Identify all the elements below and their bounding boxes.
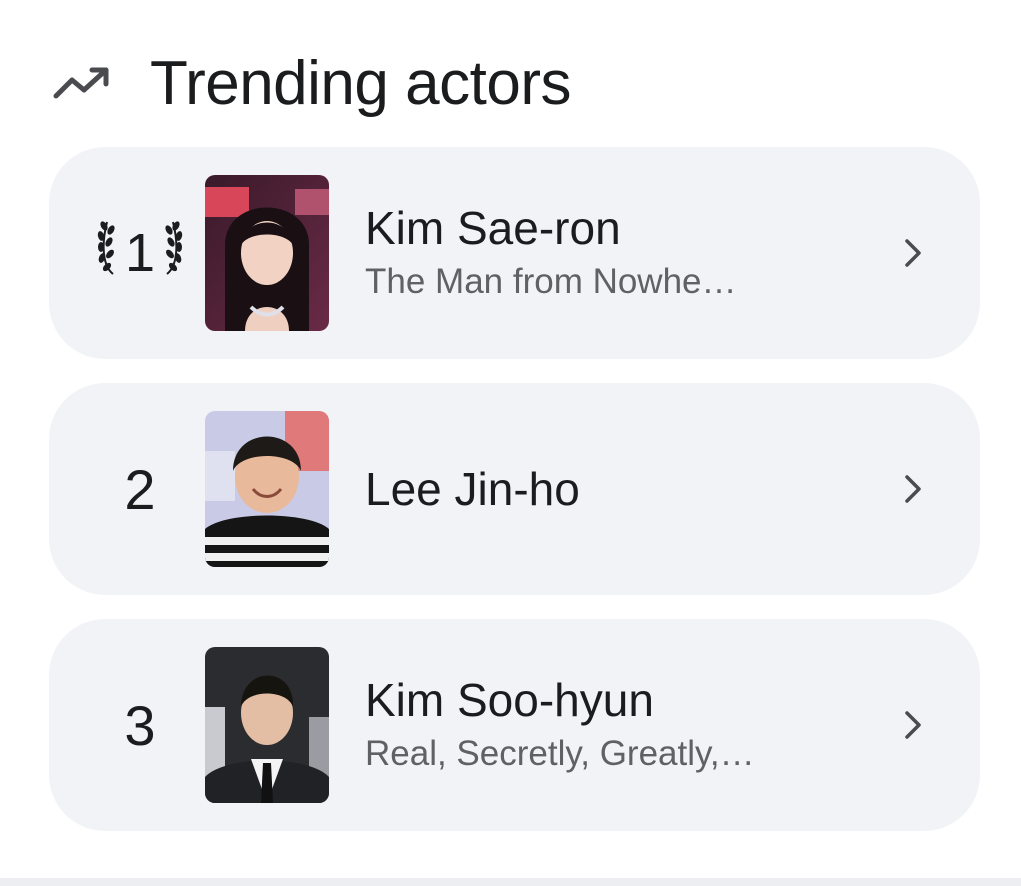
actor-photo <box>205 175 329 331</box>
actor-card[interactable]: 1 Kim Sae-ron The Man from Nowhe… <box>49 147 980 359</box>
chevron-right-icon <box>898 469 928 509</box>
trending-up-icon <box>52 63 112 103</box>
rank-number: 3 <box>124 693 156 757</box>
actor-info: Kim Sae-ron The Man from Nowhe… <box>365 147 860 359</box>
actor-list: 1 Kim Sae-ron The Man from Nowhe… 2 Lee … <box>49 147 980 855</box>
actor-photo <box>205 411 329 567</box>
rank-badge: 1 <box>85 213 195 293</box>
actor-photo <box>205 647 329 803</box>
actor-known-for: Real, Secretly, Greatly,… <box>365 733 755 773</box>
actor-known-for: The Man from Nowhe… <box>365 261 737 301</box>
chevron-right-icon <box>898 233 928 273</box>
rank-number: 2 <box>124 457 156 521</box>
actor-card[interactable]: 3 Kim Soo-hyun Real, Secretly, Greatly,… <box>49 619 980 831</box>
section-header: Trending actors <box>52 48 571 118</box>
actor-info: Kim Soo-hyun Real, Secretly, Greatly,… <box>365 619 860 831</box>
laurel-left-icon <box>97 216 119 291</box>
rank-number: 1 <box>124 223 156 283</box>
actor-name: Kim Sae-ron <box>365 201 621 254</box>
laurel-right-icon <box>161 216 183 291</box>
section-title: Trending actors <box>150 48 571 118</box>
trending-actors-page: Trending actors 1 Kim Sae-ron The Man fr… <box>0 0 1021 886</box>
actor-card[interactable]: 2 Lee Jin-ho <box>49 383 980 595</box>
actor-info: Lee Jin-ho <box>365 383 860 595</box>
actor-name: Lee Jin-ho <box>365 462 580 515</box>
actor-name: Kim Soo-hyun <box>365 673 654 726</box>
chevron-right-icon <box>898 705 928 745</box>
bottom-divider <box>0 878 1021 886</box>
